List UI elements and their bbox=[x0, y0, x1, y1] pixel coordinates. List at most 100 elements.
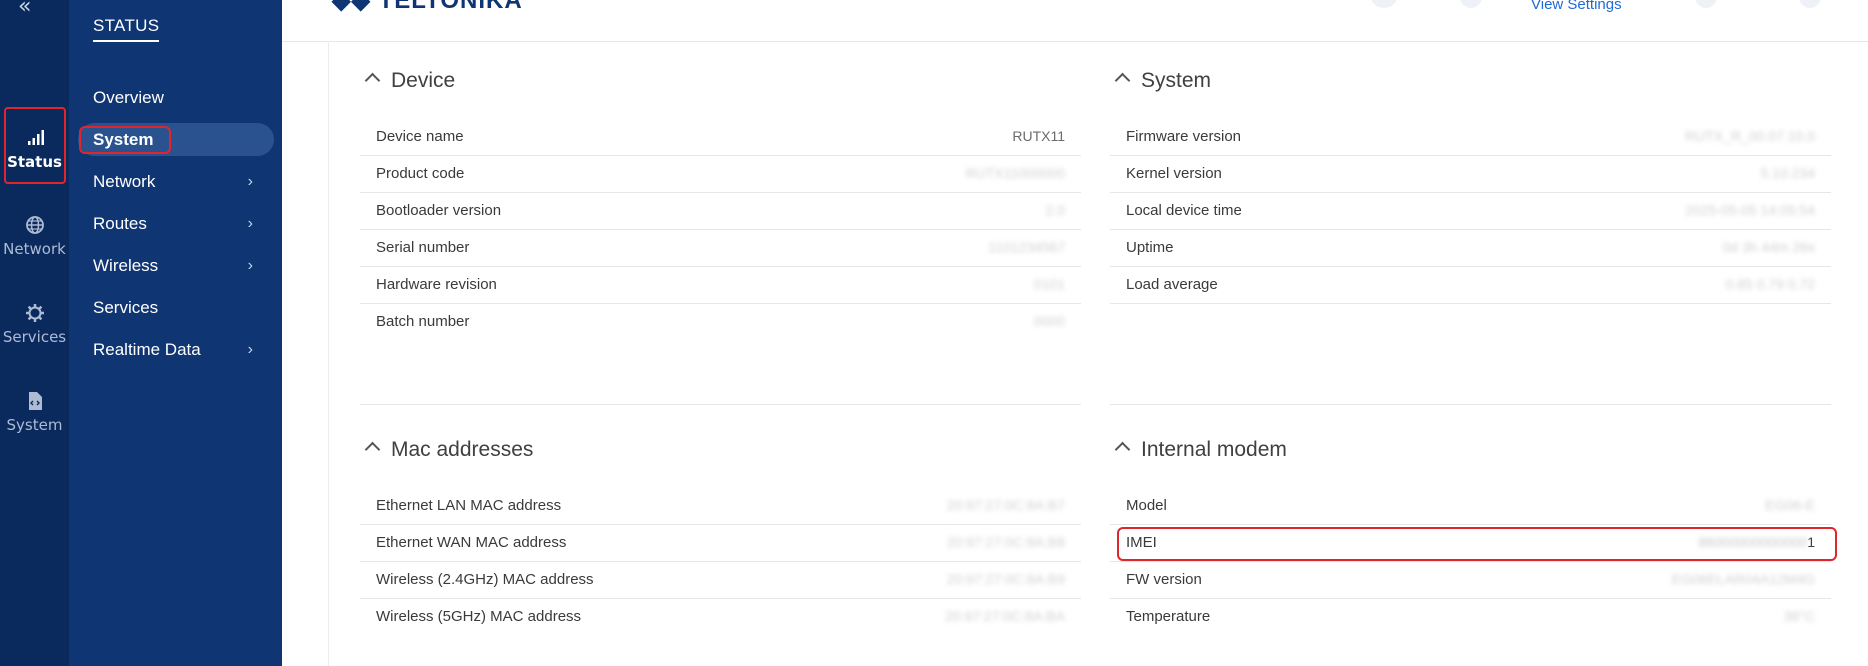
sidebar-item-label: Realtime Data bbox=[93, 340, 201, 359]
table-row: Firmware version RUTX_R_00.07.10.0 bbox=[1110, 119, 1831, 156]
row-value: RUTX11 bbox=[1012, 128, 1065, 144]
chevron-right-icon: › bbox=[247, 173, 253, 190]
chevron-up-icon bbox=[364, 441, 381, 458]
row-label: Wireless (5GHz) MAC address bbox=[376, 608, 582, 625]
rail-item-label: Network bbox=[3, 240, 66, 258]
chevron-right-icon: › bbox=[247, 341, 253, 358]
row-label: Serial number bbox=[376, 239, 470, 256]
table-row: FW version EG06ELAR04A12M4G bbox=[1110, 562, 1831, 599]
system-highlight-box bbox=[79, 126, 171, 154]
row-value: 2.0 bbox=[1045, 202, 1065, 218]
sidebar-item-wireless[interactable]: Wireless › bbox=[93, 251, 263, 281]
system-card-title[interactable]: System bbox=[1114, 69, 1212, 93]
sidebar-item-label: Services bbox=[93, 298, 159, 317]
rail-item-network[interactable]: Network bbox=[0, 214, 69, 258]
file-code-icon bbox=[28, 392, 42, 410]
rail-item-label: System bbox=[6, 416, 63, 434]
divider bbox=[360, 404, 1081, 405]
double-chevron-left-icon[interactable]: « bbox=[18, 0, 31, 19]
apps-icon[interactable] bbox=[1460, 0, 1482, 8]
card-title-text: Device bbox=[391, 69, 456, 92]
card-title-text: Mac addresses bbox=[391, 438, 534, 461]
row-label: FW version bbox=[1126, 571, 1202, 588]
table-row: Kernel version 5.10.234 bbox=[1110, 156, 1831, 193]
row-label: Temperature bbox=[1126, 608, 1211, 625]
logo-text: TELTONIKA bbox=[378, 0, 523, 14]
sidebar-item-routes[interactable]: Routes › bbox=[93, 209, 263, 239]
chevron-right-icon: › bbox=[247, 257, 253, 274]
table-row: Temperature 38°C bbox=[1110, 599, 1831, 636]
modem-card-title[interactable]: Internal modem bbox=[1114, 438, 1287, 462]
row-value: 0101 bbox=[1033, 276, 1065, 292]
search-icon[interactable] bbox=[1370, 0, 1398, 8]
rail-item-system[interactable]: System bbox=[0, 390, 69, 434]
table-row: Wireless (5GHz) MAC address 20:97:27:0C:… bbox=[360, 599, 1081, 636]
row-label: Load average bbox=[1126, 276, 1218, 293]
table-row: Local device time 2025-05-05 14:05:54 bbox=[1110, 193, 1831, 230]
table-row: Serial number 1101234567 bbox=[360, 230, 1081, 267]
row-value: 20:97:27:0C:8A:BA bbox=[945, 608, 1065, 624]
table-row: Bootloader version 2.0 bbox=[360, 193, 1081, 230]
row-label: Kernel version bbox=[1126, 165, 1222, 182]
user-settings-icon[interactable] bbox=[1799, 0, 1821, 8]
row-value: 20:97:27:0C:8A:B7 bbox=[946, 497, 1065, 513]
sidebar-item-label: Routes bbox=[93, 214, 147, 233]
row-value: 38°C bbox=[1783, 608, 1815, 624]
logo-mark-icon: ◆◆ bbox=[332, 0, 371, 14]
sidebar: STATUS Overview System Network › Routes … bbox=[69, 0, 282, 666]
card-title-text: System bbox=[1141, 69, 1212, 92]
logo[interactable]: ◆◆ TELTONIKA bbox=[332, 0, 523, 15]
top-header: ◆◆ TELTONIKA View Settings bbox=[282, 0, 1868, 42]
sidebar-item-realtime-data[interactable]: Realtime Data › bbox=[93, 335, 263, 365]
table-row: Load average 0.85 0.79 0.72 bbox=[1110, 267, 1831, 304]
chevron-right-icon: › bbox=[247, 215, 253, 232]
chevron-up-icon bbox=[364, 72, 381, 89]
mac-card-title[interactable]: Mac addresses bbox=[364, 438, 534, 462]
gear-icon bbox=[25, 304, 44, 322]
table-row: Model EG06-E bbox=[1110, 488, 1831, 525]
row-value: 0.85 0.79 0.72 bbox=[1725, 276, 1815, 292]
row-label: Batch number bbox=[376, 313, 470, 330]
row-value: 20:97:27:0C:8A:B9 bbox=[946, 571, 1065, 587]
sidebar-title: STATUS bbox=[93, 16, 160, 42]
sidebar-item-network[interactable]: Network › bbox=[93, 167, 263, 197]
imei-highlight-box bbox=[1117, 527, 1837, 561]
row-value: 1101234567 bbox=[988, 239, 1065, 255]
table-row: Ethernet LAN MAC address 20:97:27:0C:8A:… bbox=[360, 488, 1081, 525]
row-label: Model bbox=[1126, 497, 1167, 514]
rail-item-label: Services bbox=[2, 328, 67, 346]
table-row: Product code RUTX11000000 bbox=[360, 156, 1081, 193]
row-value: 0000 bbox=[1033, 313, 1065, 329]
rail-item-services[interactable]: Services bbox=[0, 302, 69, 346]
row-label: Hardware revision bbox=[376, 276, 497, 293]
chevron-up-icon bbox=[1114, 441, 1131, 458]
row-value: 0d 3h 44m 26s bbox=[1722, 239, 1815, 255]
row-label: Device name bbox=[376, 128, 464, 145]
table-row: Device name RUTX11 bbox=[360, 119, 1081, 156]
sidebar-item-overview[interactable]: Overview bbox=[93, 83, 263, 113]
sidebar-item-label: Wireless bbox=[93, 256, 159, 275]
bell-icon[interactable] bbox=[1695, 0, 1717, 8]
icon-rail: « Status Network Services System bbox=[0, 0, 69, 666]
row-value: EG06ELAR04A12M4G bbox=[1671, 571, 1815, 587]
row-label: Product code bbox=[376, 165, 465, 182]
card-title-text: Internal modem bbox=[1141, 438, 1287, 461]
sidebar-item-services[interactable]: Services bbox=[93, 293, 263, 323]
device-card-title[interactable]: Device bbox=[364, 69, 456, 93]
table-row: Uptime 0d 3h 44m 26s bbox=[1110, 230, 1831, 267]
row-value: RUTX_R_00.07.10.0 bbox=[1685, 128, 1815, 144]
row-label: Wireless (2.4GHz) MAC address bbox=[376, 571, 594, 588]
table-row: Hardware revision 0101 bbox=[360, 267, 1081, 304]
view-settings-link[interactable]: View Settings bbox=[1531, 0, 1622, 13]
table-row: Batch number 0000 bbox=[360, 304, 1081, 341]
table-row: Ethernet WAN MAC address 20:97:27:0C:8A:… bbox=[360, 525, 1081, 562]
chevron-up-icon bbox=[1114, 72, 1131, 89]
row-label: Ethernet WAN MAC address bbox=[376, 534, 567, 551]
divider bbox=[1110, 404, 1831, 405]
content-border bbox=[328, 41, 329, 666]
row-label: Firmware version bbox=[1126, 128, 1242, 145]
row-label: Uptime bbox=[1126, 239, 1174, 256]
row-value: 2025-05-05 14:05:54 bbox=[1685, 202, 1815, 218]
globe-icon bbox=[25, 216, 44, 234]
status-highlight-box bbox=[4, 107, 66, 184]
